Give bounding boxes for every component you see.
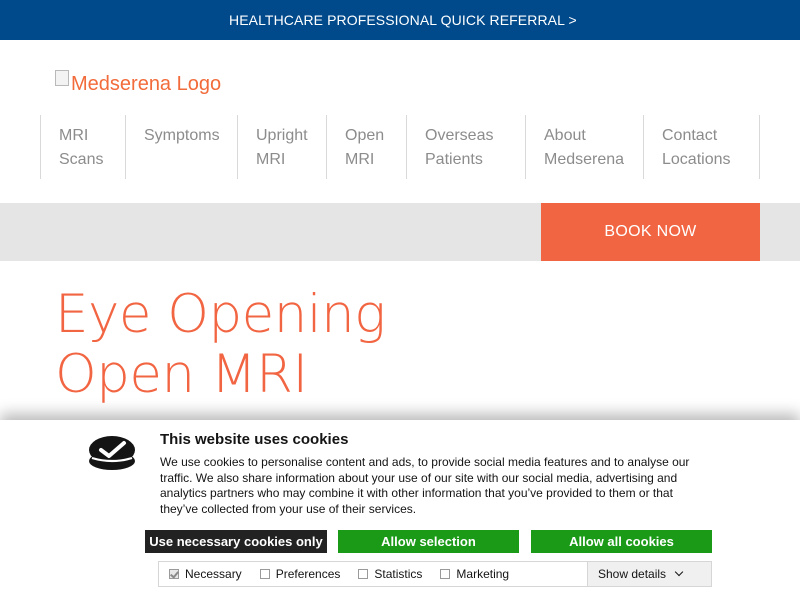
nav-item-open-mri[interactable]: Open MRI xyxy=(326,115,406,179)
nav-item-label: MRI xyxy=(345,151,375,168)
nav-item-label: MRI xyxy=(256,151,286,168)
allow-selection-button[interactable]: Allow selection xyxy=(338,530,519,553)
nav-item-label: Scans xyxy=(59,151,104,168)
nav-item-mri-scans[interactable]: MRI Scans xyxy=(40,115,125,179)
broken-image-icon xyxy=(55,70,69,86)
use-necessary-cookies-button[interactable]: Use necessary cookies only xyxy=(145,530,327,553)
nav-item-label: Locations xyxy=(662,151,731,168)
nav-item-overseas-patients[interactable]: Overseas Patients xyxy=(406,115,525,179)
nav-item-contact-locations[interactable]: Contact Locations xyxy=(643,115,760,179)
top-banner: HEALTHCARE PROFESSIONAL QUICK REFERRAL > xyxy=(0,0,800,40)
nav-item-label: Symptoms xyxy=(144,127,220,144)
cookie-description: We use cookies to personalise content an… xyxy=(160,455,690,516)
main-nav: MRI Scans Symptoms Upright MRI Open MRI … xyxy=(40,115,760,179)
marketing-checkbox[interactable]: Marketing xyxy=(440,567,509,581)
logo[interactable]: Medserena Logo xyxy=(55,70,222,96)
cookie-banner: This website uses cookies We use cookies… xyxy=(0,420,800,600)
statistics-checkbox[interactable]: Statistics xyxy=(358,567,422,581)
nav-item-label: Overseas xyxy=(425,127,494,144)
nav-item-about-medserena[interactable]: About Medserena xyxy=(525,115,643,179)
checkbox-label: Necessary xyxy=(185,567,242,581)
checkbox-icon xyxy=(358,569,369,579)
nav-item-label: Medserena xyxy=(544,151,625,168)
logo-alt-text: Medserena Logo xyxy=(71,73,222,95)
cookiebot-logo-icon xyxy=(89,436,135,470)
cookie-preferences: Necessary Preferences Statistics Marketi… xyxy=(158,561,712,587)
allow-all-cookies-button[interactable]: Allow all cookies xyxy=(531,530,712,553)
hero-line: Eye Opening xyxy=(55,284,386,345)
nav-item-upright-mri[interactable]: Upright MRI xyxy=(237,115,326,179)
nav-item-label: MRI xyxy=(59,127,89,144)
nav-item-label: Patients xyxy=(425,151,483,168)
nav-item-label: Open xyxy=(345,127,385,144)
checkbox-icon xyxy=(259,569,270,579)
checkbox-icon xyxy=(440,569,451,579)
preferences-checkbox[interactable]: Preferences xyxy=(259,567,341,581)
hero-heading: Eye Opening Open MRI xyxy=(55,285,386,405)
chevron-down-icon xyxy=(674,567,684,577)
referral-link[interactable]: HEALTHCARE PROFESSIONAL QUICK REFERRAL > xyxy=(229,12,577,28)
page: HEALTHCARE PROFESSIONAL QUICK REFERRAL >… xyxy=(0,0,800,600)
checkbox-label: Preferences xyxy=(275,567,341,581)
show-details-label: Show details xyxy=(598,567,667,581)
nav-item-label: Upright xyxy=(256,127,308,144)
necessary-checkbox[interactable]: Necessary xyxy=(169,567,242,581)
show-details-button[interactable]: Show details xyxy=(587,562,711,586)
nav-item-label: About xyxy=(544,127,586,144)
hero-line: Open MRI xyxy=(55,344,308,405)
checkbox-checked-icon xyxy=(169,569,179,579)
checkbox-label: Statistics xyxy=(374,567,423,581)
book-now-button[interactable]: BOOK NOW xyxy=(541,203,760,261)
nav-item-label: Contact xyxy=(662,127,718,144)
cookie-title: This website uses cookies xyxy=(160,431,349,448)
checkbox-label: Marketing xyxy=(456,567,510,581)
nav-item-symptoms[interactable]: Symptoms xyxy=(125,115,237,179)
